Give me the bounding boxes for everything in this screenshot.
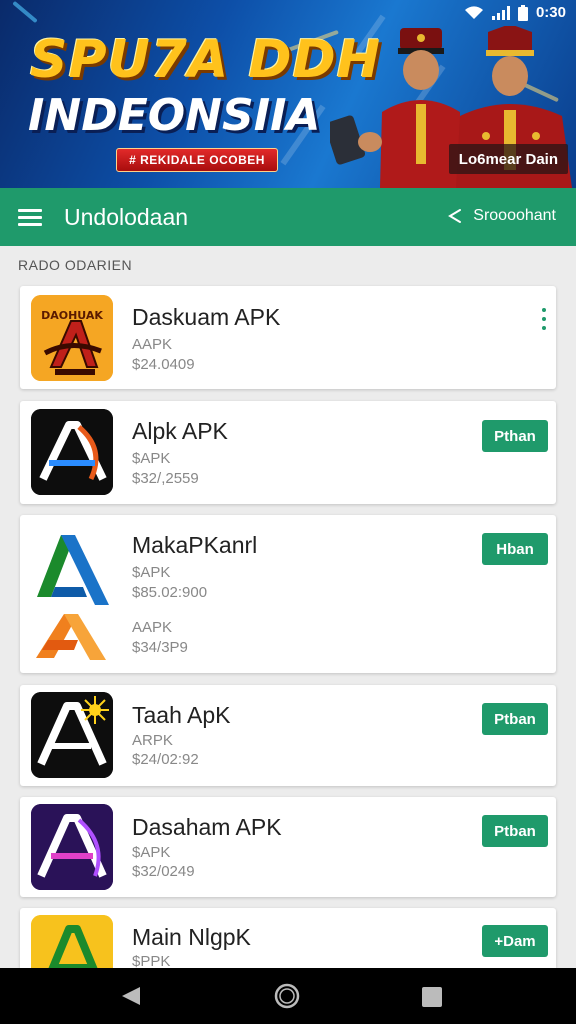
app-card[interactable]: DAOHUAK Daskuam APK AAPK $24.0409 <box>20 286 556 389</box>
install-button[interactable]: +Dam <box>482 925 548 957</box>
app-icon-taah <box>31 692 113 778</box>
app-icon-makapkanrl <box>31 523 113 609</box>
app-price: $24/02:92 <box>132 751 199 768</box>
promo-banner[interactable]: 0:30 SPU7A DDH INDEONSIIA # REKIDALE OCO… <box>0 0 576 188</box>
app-price: $24.0409 <box>132 356 195 373</box>
share-icon <box>448 209 462 223</box>
app-type: ARPK <box>132 732 173 749</box>
app-icon-alpk <box>31 409 113 495</box>
share-button[interactable]: Sroooohant <box>447 207 556 225</box>
app-type-secondary: AAPK <box>132 619 173 636</box>
wifi-icon <box>464 5 484 20</box>
app-icon-daskuam: DAOHUAK <box>31 295 113 381</box>
install-button[interactable]: Hban <box>482 533 548 565</box>
app-price: $32/,2559 <box>132 470 199 487</box>
section-label: RADO ODARIEN <box>18 257 133 273</box>
app-card[interactable]: Dasaham APK $APK $32/0249 Ptban <box>20 797 556 897</box>
app-bar-title: Undolodaan <box>64 204 189 230</box>
app-icon-dasaham <box>31 804 113 890</box>
back-icon[interactable] <box>120 985 142 1012</box>
battery-icon <box>517 4 528 21</box>
app-name[interactable]: Daskuam APK <box>132 304 280 331</box>
status-time: 0:30 <box>535 4 566 21</box>
banner-ribbon: # REKIDALE OCOBEH <box>116 148 278 172</box>
system-nav-bar <box>0 968 576 1024</box>
app-type: AAPK <box>132 336 173 353</box>
app-card[interactable]: MakaPKanrl $APK $85.02:900 AAPK $34/3P9 … <box>20 515 556 673</box>
app-name[interactable]: Taah ApK <box>132 702 230 729</box>
soldier-figure-left <box>324 26 460 188</box>
menu-icon[interactable] <box>18 209 42 226</box>
install-button[interactable]: Pthan <box>482 420 548 452</box>
app-price-secondary: $34/3P9 <box>132 639 188 656</box>
install-button[interactable]: Ptban <box>482 815 548 847</box>
more-vert-icon[interactable] <box>542 308 548 335</box>
app-icon-secondary <box>34 610 110 664</box>
app-type: $APK <box>132 844 171 861</box>
status-bar: 0:30 <box>464 4 566 21</box>
signal-icon <box>491 5 510 20</box>
banner-title: SPU7A DDH <box>30 30 382 90</box>
share-label: Sroooohant <box>473 207 556 224</box>
app-card[interactable]: Taah ApK ARPK $24/02:92 Ptban <box>20 685 556 786</box>
app-type: $PPK <box>132 953 171 968</box>
app-bar: Undolodaan Sroooohant <box>0 188 576 246</box>
app-name[interactable]: Main NlgpK <box>132 924 251 951</box>
app-name[interactable]: Dasaham APK <box>132 814 282 841</box>
banner-subtitle: INDEONSIIA <box>28 90 321 141</box>
app-icon-main <box>31 915 113 968</box>
app-type: $APK <box>132 450 171 467</box>
banner-cta-label[interactable]: Lo6mear Dain <box>448 144 568 174</box>
app-name[interactable]: Alpk APK <box>132 418 228 445</box>
install-button[interactable]: Ptban <box>482 703 548 735</box>
recents-icon[interactable] <box>422 987 442 1007</box>
app-price: $85.02:900 <box>132 584 208 601</box>
app-price: $32/0249 <box>132 863 195 880</box>
app-name[interactable]: MakaPKanrl <box>132 532 257 559</box>
home-icon[interactable] <box>274 983 300 1014</box>
app-type: $APK <box>132 564 171 581</box>
app-card[interactable]: Main NlgpK $PPK +Dam <box>20 908 556 968</box>
app-card[interactable]: Alpk APK $APK $32/,2559 Pthan <box>20 401 556 504</box>
